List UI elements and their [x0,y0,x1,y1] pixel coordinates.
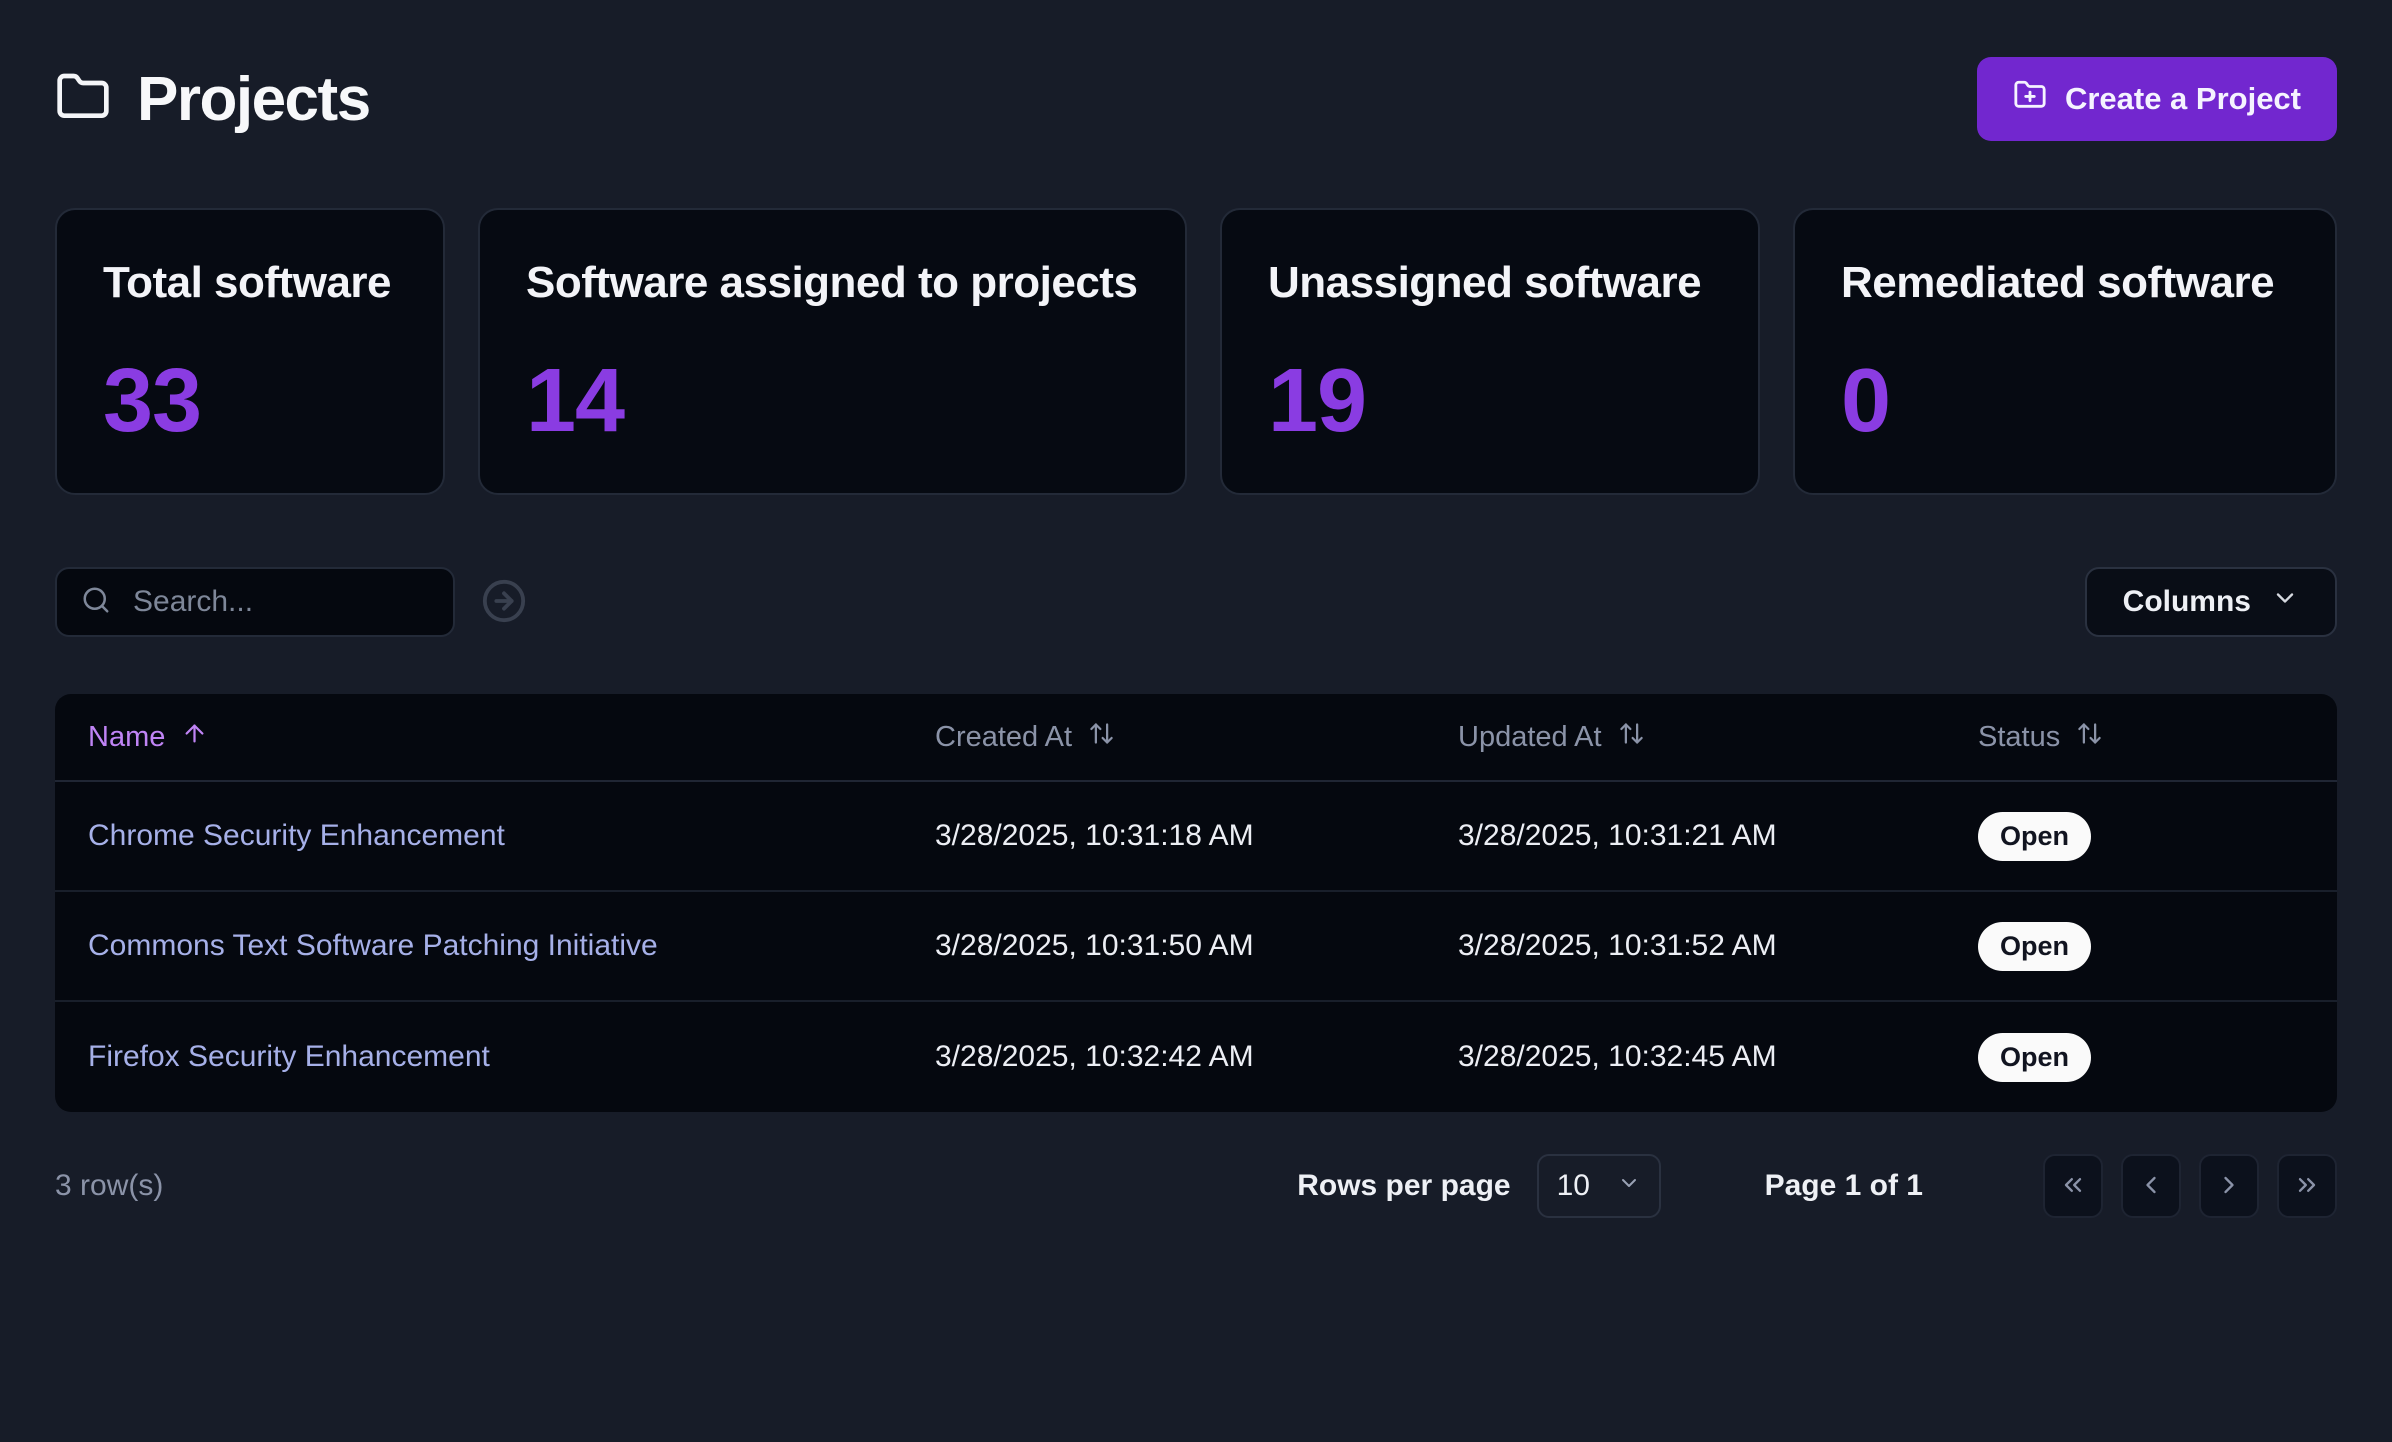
arrow-up-icon [181,720,208,755]
search-input[interactable] [133,585,429,619]
column-header-label: Created At [935,721,1072,754]
submit-search-button[interactable] [481,578,527,626]
page-info: Page 1 of 1 [1765,1169,1923,1203]
table-row: Firefox Security Enhancement 3/28/2025, … [55,1002,2337,1112]
previous-page-button[interactable] [2121,1154,2181,1218]
stats-row: Total software 33 Software assigned to p… [55,208,2337,495]
updated-at-cell: 3/28/2025, 10:31:21 AM [1458,819,1978,853]
status-badge: Open [1978,812,2091,861]
chevrons-right-icon [2293,1171,2321,1202]
status-badge: Open [1978,1033,2091,1082]
stat-label: Unassigned software [1268,258,1712,308]
column-header-status[interactable]: Status [1978,720,2337,755]
rows-per-page-label: Rows per page [1297,1169,1510,1203]
table-header-row: Name Created At Updated At Status [55,694,2337,782]
stat-label: Remediated software [1841,258,2289,308]
stat-card-remediated-software: Remediated software 0 [1793,208,2337,495]
folder-plus-icon [2013,78,2047,120]
stat-label: Software assigned to projects [526,258,1139,308]
updated-at-cell: 3/28/2025, 10:32:45 AM [1458,1040,1978,1074]
column-header-name[interactable]: Name [55,720,935,755]
arrow-up-down-icon [1088,720,1115,755]
rows-count: 3 row(s) [55,1169,1297,1203]
page-title-group: Projects [55,64,370,135]
create-project-label: Create a Project [2065,81,2301,117]
column-header-updated-at[interactable]: Updated At [1458,720,1978,755]
created-at-cell: 3/28/2025, 10:31:18 AM [935,819,1458,853]
stat-card-assigned-software: Software assigned to projects 14 [478,208,1187,495]
search-box[interactable] [55,567,455,637]
column-header-label: Status [1978,721,2060,754]
table-toolbar: Columns [55,567,2337,637]
arrow-up-down-icon [1618,720,1645,755]
chevron-right-icon [2215,1171,2243,1202]
stat-value: 0 [1841,350,2289,453]
project-name-link[interactable]: Firefox Security Enhancement [88,1040,490,1073]
first-page-button[interactable] [2043,1154,2103,1218]
stat-value: 33 [103,350,397,453]
create-project-button[interactable]: Create a Project [1977,57,2337,141]
folder-icon [55,69,111,130]
circle-arrow-right-icon [481,612,527,627]
created-at-cell: 3/28/2025, 10:32:42 AM [935,1040,1458,1074]
project-name-link[interactable]: Commons Text Software Patching Initiativ… [88,929,658,962]
next-page-button[interactable] [2199,1154,2259,1218]
status-badge: Open [1978,922,2091,971]
columns-button-label: Columns [2123,585,2251,619]
last-page-button[interactable] [2277,1154,2337,1218]
column-header-created-at[interactable]: Created At [935,720,1458,755]
created-at-cell: 3/28/2025, 10:31:50 AM [935,929,1458,963]
chevrons-left-icon [2059,1171,2087,1202]
rows-per-page-select[interactable]: 10 [1537,1154,1661,1218]
project-name-link[interactable]: Chrome Security Enhancement [88,819,505,852]
chevron-left-icon [2137,1171,2165,1202]
stat-card-total-software: Total software 33 [55,208,445,495]
projects-table: Name Created At Updated At Status [55,694,2337,1112]
updated-at-cell: 3/28/2025, 10:31:52 AM [1458,929,1978,963]
search-icon [81,585,111,620]
column-header-label: Name [88,721,165,754]
stat-value: 19 [1268,350,1712,453]
columns-button[interactable]: Columns [2085,567,2337,637]
top-bar: Projects Create a Project [55,56,2337,142]
table-row: Commons Text Software Patching Initiativ… [55,892,2337,1002]
column-header-label: Updated At [1458,721,1602,754]
stat-value: 14 [526,350,1139,453]
page-title: Projects [137,64,370,135]
stat-label: Total software [103,258,397,308]
chevron-down-icon [1617,1169,1641,1203]
stat-card-unassigned-software: Unassigned software 19 [1220,208,1760,495]
pagination-controls [2043,1154,2337,1218]
projects-page: Projects Create a Project Total software… [0,0,2392,1442]
rows-per-page-group: Rows per page 10 [1297,1154,1660,1218]
table-row: Chrome Security Enhancement 3/28/2025, 1… [55,782,2337,892]
rows-per-page-value: 10 [1557,1169,1590,1203]
chevron-down-icon [2271,584,2299,620]
table-footer: 3 row(s) Rows per page 10 Page 1 of 1 [55,1154,2337,1218]
arrow-up-down-icon [2076,720,2103,755]
